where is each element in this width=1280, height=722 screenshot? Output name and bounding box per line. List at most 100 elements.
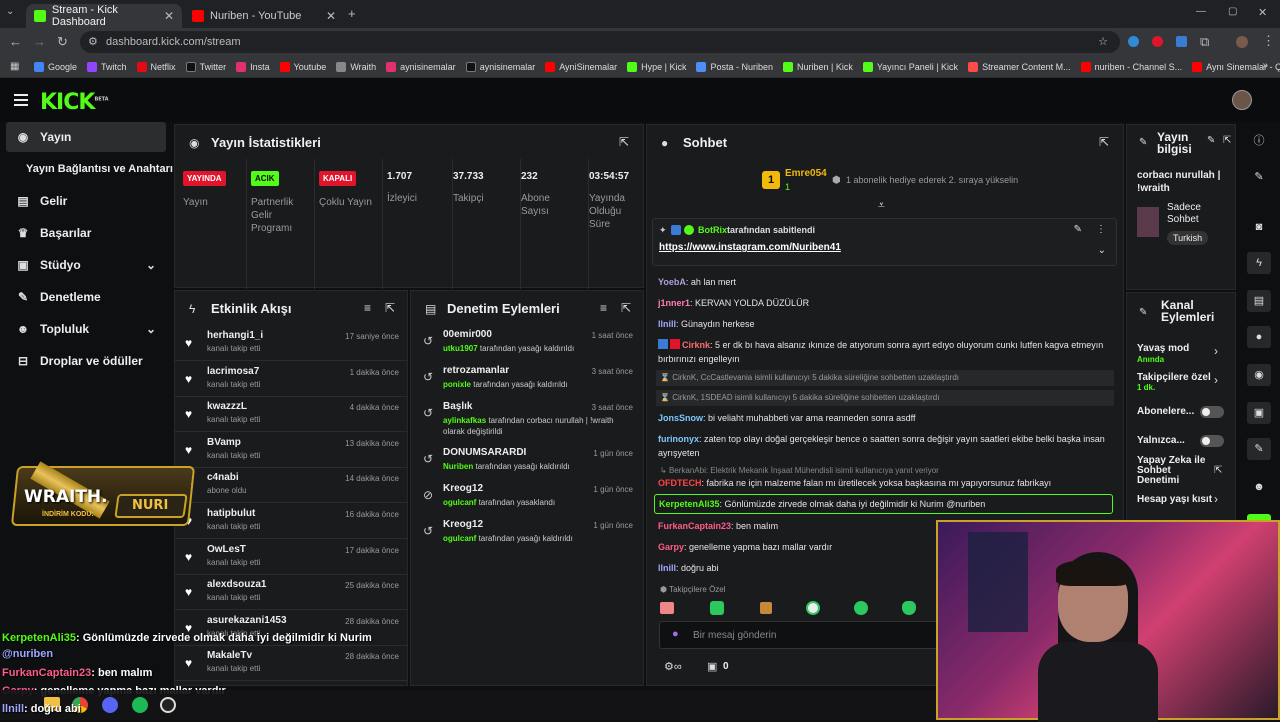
bookmark-item[interactable]: nuriben - Channel S... (1080, 61, 1182, 72)
chat-message[interactable]: llnill: Günaydın herkese (658, 317, 1113, 331)
bookmark-item[interactable]: Youtube (279, 61, 326, 72)
moderation-row[interactable]: ⊘ Kreog12 ogulcanf tarafından yasaklandı 1 … (411, 479, 643, 515)
expand-icon[interactable]: ⇱ (1223, 135, 1231, 146)
emote-kick-icon[interactable] (710, 601, 724, 615)
shield-extension-icon[interactable] (1176, 36, 1187, 47)
tab-youtube[interactable]: Nuriben - YouTube ✕ (184, 4, 344, 28)
lightning-icon[interactable]: ϟ (1247, 252, 1271, 274)
slow-mode-chevron-icon[interactable]: › (1214, 344, 1218, 358)
profile-avatar[interactable] (1236, 36, 1248, 48)
apps-grid-icon[interactable]: ▦ (10, 61, 19, 72)
info-icon[interactable]: ⓘ (1247, 130, 1271, 152)
site-info-icon[interactable]: ⚙ (88, 31, 98, 53)
sidebar-item-gelir[interactable]: ▤ Gelir (6, 186, 166, 216)
bookmark-item[interactable]: Yayıncı Paneli | Kick (862, 61, 958, 72)
emote-gift-icon[interactable] (660, 602, 674, 614)
chat-message[interactable]: furinonyx: zaten top olayı doğal gerçekl… (658, 432, 1113, 460)
save-icon[interactable]: ▣ (1247, 402, 1271, 424)
chat-username[interactable]: OFDTECH (658, 478, 702, 488)
activity-row[interactable]: ♥ alexdsouza1 kanalı takip etti 25 dakika ö… (175, 574, 407, 611)
emote-box-icon[interactable] (760, 602, 772, 614)
bookmark-item[interactable]: Hype | Kick (627, 61, 686, 72)
chat-username[interactable]: furinonyx (658, 434, 699, 444)
activity-row[interactable]: ♥ kwazzzL kanalı takip etti 4 dakika önce (175, 396, 407, 433)
pinned-by-user[interactable]: BotRix (698, 225, 727, 235)
emote-frog-icon[interactable] (902, 601, 916, 615)
tab-kick-dashboard[interactable]: Stream - Kick Dashboard ✕ (26, 4, 182, 28)
sidebar-item-basarilar[interactable]: ♛ Başarılar (6, 218, 166, 248)
expand-icon[interactable]: ⇱ (619, 135, 629, 149)
chat-username[interactable]: Garpy (658, 542, 684, 552)
sidebar-item-droplar[interactable]: ⊟ Droplar ve ödüller (6, 346, 166, 376)
chat-username[interactable]: YoebA (658, 277, 686, 287)
activity-row[interactable]: ♥c4nabiabone oldu14 dakika önce (175, 467, 407, 504)
pinned-menu-icon[interactable]: ⋮ (1096, 224, 1106, 235)
chat-username[interactable]: Cirknk (682, 340, 710, 350)
chat-username[interactable]: llnill (658, 319, 676, 329)
chat-settings-icon[interactable]: ⚙∞ (664, 660, 682, 673)
chat-message[interactable]: JonsSnow: bi veliaht muhabbeti var ama r… (658, 411, 1113, 425)
moderation-row[interactable]: ↺ DONUMSARARDI Nuriben tarafından yasağı k… (411, 443, 643, 479)
chevron-down-icon[interactable]: ⌄ (1098, 245, 1106, 256)
document-icon[interactable]: ▤ (1247, 290, 1271, 312)
activity-row[interactable]: ♥ herhangi1_i kanalı takip etti 17 saniye ö… (175, 325, 407, 361)
moderation-row[interactable]: ↺ Başlık aylinkafkas tarafından corbacı nu… (411, 397, 643, 436)
bookmark-item[interactable]: aynisinemalar (386, 61, 456, 72)
bookmark-item[interactable]: Twitch (87, 61, 127, 72)
moderation-row[interactable]: ↺ retrozamanlar ponixle tarafından yasağı … (411, 361, 643, 397)
chat-message[interactable]: OFDTECH: fabrika ne için malzeme falan m… (658, 476, 1113, 490)
chat-input[interactable]: ● Bir mesaj gönderin (659, 621, 949, 649)
external-link-icon[interactable]: ⇱ (1214, 465, 1222, 476)
tab-search-icon[interactable]: ⌄ (6, 6, 14, 17)
emote-face-icon[interactable] (854, 601, 868, 615)
filter-icon[interactable]: ≡ (600, 301, 607, 315)
activity-row[interactable]: ♥hatipbulutkanalı takip etti16 dakika ön… (175, 503, 407, 539)
spotify-icon[interactable] (132, 697, 148, 713)
chat-message[interactable]: Cirknk: 5 er dk bı hava alsanız ıkınıze … (658, 338, 1113, 366)
user-avatar[interactable] (1232, 90, 1252, 110)
expand-icon[interactable]: ⇱ (1099, 135, 1109, 149)
new-tab-icon[interactable]: + (348, 6, 356, 21)
bookmark-item[interactable]: Streamer Content M... (968, 61, 1071, 72)
discord-icon[interactable] (102, 697, 118, 713)
chat-username[interactable]: llnill (658, 563, 676, 573)
filter-icon[interactable]: ≡ (364, 301, 371, 315)
bookmark-item[interactable]: Wraith (336, 61, 376, 72)
edit-icon[interactable]: ✎ (1207, 135, 1215, 146)
emote-only-toggle[interactable] (1200, 435, 1224, 447)
chat-username[interactable]: JonsSnow (658, 413, 703, 423)
extensions-puzzle-icon[interactable]: ⧉ (1200, 34, 1209, 50)
sidebar-item-studyo[interactable]: ▣ Stüdyo ⌄ (6, 250, 166, 280)
expand-icon[interactable]: ⇱ (621, 301, 631, 315)
bookmark-item[interactable]: Posta - Nuriben (696, 61, 773, 72)
bookmark-item[interactable]: Nuriben | Kick (782, 61, 853, 72)
chat-username[interactable]: FurkanCaptain23 (658, 521, 731, 531)
broadcast-icon[interactable]: ◉ (1247, 364, 1271, 386)
bookmark-item[interactable]: Insta (236, 61, 270, 72)
hamburger-menu-icon[interactable] (14, 94, 28, 106)
forward-icon[interactable]: → (33, 34, 46, 49)
obs-icon[interactable] (160, 697, 176, 713)
activity-row[interactable]: ♥ MakaleTv kanalı takip etti 28 dakika önce (175, 645, 407, 682)
extension-icon[interactable] (1128, 36, 1139, 47)
camera-icon[interactable]: ◙ (1247, 216, 1271, 238)
collapse-leaderboard-icon[interactable]: ⩡ (878, 198, 885, 213)
bookmark-item[interactable]: Google (34, 61, 77, 72)
sidebar-item-stream-key[interactable]: Yayın Bağlantısı ve Anahtarı (26, 154, 186, 184)
close-tab-icon[interactable]: ✕ (164, 9, 174, 23)
emote-ball-icon[interactable] (806, 601, 820, 615)
pinned-link[interactable]: https://www.instagram.com/Nuriben41 (659, 242, 841, 253)
chat-username[interactable]: KerpetenAli35 (659, 499, 720, 509)
bookmark-item[interactable]: AyniSinemalar (545, 61, 617, 72)
back-icon[interactable]: ← (9, 34, 22, 49)
mic-icon[interactable]: ● (672, 628, 679, 640)
chat-username[interactable]: j1nner1 (658, 298, 690, 308)
sidebar-item-yayin[interactable]: ◉ Yayın (6, 122, 166, 152)
sidebar-item-topluluk[interactable]: ☻ Topluluk ⌄ (6, 314, 166, 344)
activity-row[interactable]: ♥ OwLesT kanalı takip etti 17 dakika önce (175, 539, 407, 575)
account-age-chevron-icon[interactable]: › (1214, 492, 1218, 506)
expand-icon[interactable]: ⇱ (385, 301, 395, 315)
extension-icon[interactable] (1152, 36, 1163, 47)
reload-icon[interactable]: ↻ (57, 34, 68, 50)
bookmark-item[interactable]: Twitter (185, 61, 226, 72)
